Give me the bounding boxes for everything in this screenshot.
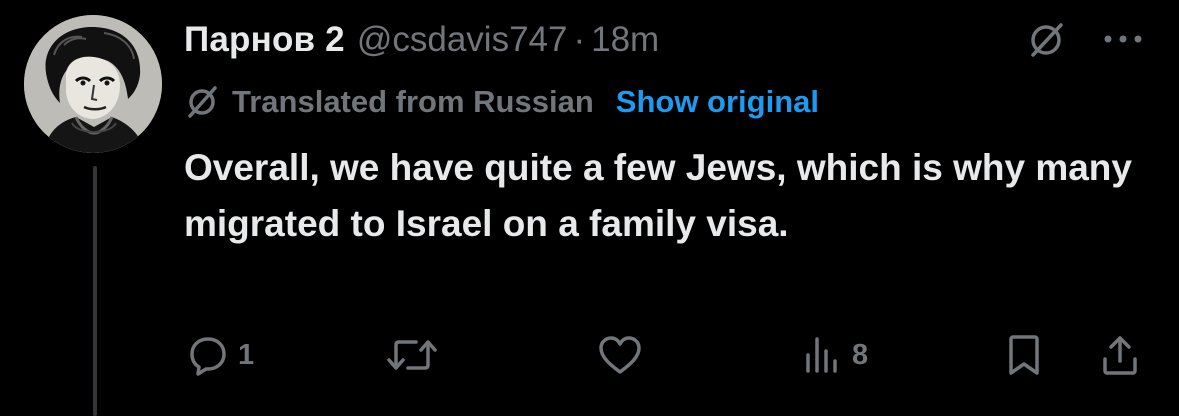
repost-icon bbox=[387, 340, 437, 370]
action-bar: 1 8 bbox=[0, 330, 1179, 380]
translation-note: Translated from Russian bbox=[232, 84, 594, 119]
views-count: 8 bbox=[852, 338, 869, 371]
like-icon bbox=[599, 336, 641, 374]
display-name[interactable]: Парнов 2 bbox=[184, 20, 345, 60]
user-handle[interactable]: @csdavis747 bbox=[357, 20, 568, 60]
avatar-portrait-icon bbox=[24, 15, 162, 153]
bookmark-icon bbox=[1009, 335, 1039, 375]
timestamp[interactable]: 18m bbox=[591, 20, 659, 60]
tweet-text: Overall, we have quite a few Jews, which… bbox=[184, 147, 1132, 244]
translation-row: Translated from Russian Show original bbox=[184, 80, 819, 124]
share-icon bbox=[1103, 336, 1137, 375]
tweet-header: Парнов 2 @csdavis747 · 18m bbox=[184, 18, 659, 62]
more-icon[interactable] bbox=[1100, 24, 1146, 54]
like-button[interactable] bbox=[596, 330, 652, 380]
separator-dot: · bbox=[573, 20, 586, 59]
avatar[interactable] bbox=[24, 15, 162, 153]
share-button[interactable] bbox=[1098, 330, 1142, 380]
bookmark-button[interactable] bbox=[1004, 330, 1044, 380]
views-button[interactable]: 8 bbox=[800, 330, 868, 380]
reply-count: 1 bbox=[238, 338, 255, 371]
translate-icon bbox=[188, 86, 217, 118]
views-icon bbox=[806, 337, 837, 373]
repost-button[interactable] bbox=[386, 330, 446, 380]
reply-button[interactable]: 1 bbox=[186, 330, 254, 380]
reply-icon bbox=[190, 337, 226, 376]
show-original-link[interactable]: Show original bbox=[616, 84, 819, 120]
grok-icon[interactable] bbox=[1026, 20, 1066, 60]
